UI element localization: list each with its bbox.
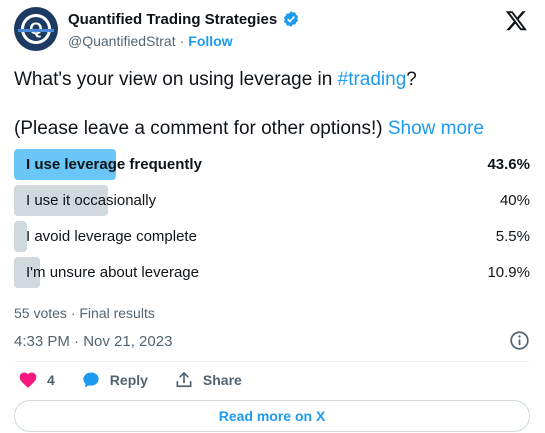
poll-option: I'm unsure about leverage 10.9% (14, 257, 530, 288)
poll-option-bar (14, 221, 27, 252)
poll-votes-summary: 55 votes · Final results (14, 305, 155, 321)
follow-button[interactable]: Follow (188, 33, 232, 49)
read-more-button[interactable]: Read more on X (14, 400, 530, 432)
poll-option: I avoid leverage complete 5.5% (14, 221, 530, 252)
poll-option-percent: 43.6% (487, 156, 530, 173)
reply-bubble-icon (83, 372, 99, 388)
like-button[interactable]: 4 (18, 370, 55, 390)
heart-icon (19, 372, 37, 388)
hashtag-link[interactable]: #trading (338, 69, 407, 90)
author-handle-row: @QuantifiedStrat · Follow (68, 33, 233, 49)
poll-option: I use leverage frequently 43.6% (14, 149, 530, 180)
reply-label: Reply (109, 372, 148, 388)
share-icon (176, 372, 192, 388)
question-text: What's your view on using leverage in (14, 69, 338, 90)
author-display-name[interactable]: Quantified Trading Strategies (68, 11, 277, 28)
action-bar: 4 Reply Share (18, 370, 268, 390)
note-text: (Please leave a comment for other option… (14, 118, 383, 139)
poll-option-label: I avoid leverage complete (26, 228, 197, 245)
poll-option-percent: 10.9% (487, 264, 530, 281)
tweet-question: What's your view on using leverage in #t… (14, 68, 417, 92)
poll-option-label: I'm unsure about leverage (26, 264, 199, 281)
question-suffix: ? (406, 69, 417, 90)
avatar-logo: Q (18, 14, 54, 44)
tweet-note: (Please leave a comment for other option… (14, 117, 484, 141)
author-name-row: Quantified Trading Strategies (68, 10, 300, 28)
verified-badge-icon (284, 11, 299, 27)
poll-option-percent: 5.5% (495, 228, 530, 245)
author-handle[interactable]: @QuantifiedStrat (68, 33, 176, 49)
avatar[interactable]: Q (14, 7, 58, 51)
tweet-card: Q Quantified Trading Strategies @Quantif… (0, 0, 545, 433)
poll-option-percent: 40% (499, 192, 530, 209)
show-more-link[interactable]: Show more (388, 118, 484, 139)
poll-option: I use it occasionally 40% (14, 185, 530, 216)
share-button[interactable]: Share (174, 370, 242, 390)
info-icon[interactable] (509, 330, 530, 351)
x-logo-icon[interactable] (505, 9, 528, 32)
poll-option-label: I use leverage frequently (26, 156, 202, 173)
tweet-timestamp[interactable]: 4:33 PM · Nov 21, 2023 (14, 333, 172, 350)
share-label: Share (202, 372, 242, 388)
divider (14, 361, 530, 362)
handle-separator: · (179, 33, 185, 49)
like-count: 4 (47, 372, 55, 388)
reply-button[interactable]: Reply (81, 370, 148, 390)
poll: I use leverage frequently 43.6% I use it… (14, 149, 530, 293)
poll-option-label: I use it occasionally (26, 192, 157, 209)
